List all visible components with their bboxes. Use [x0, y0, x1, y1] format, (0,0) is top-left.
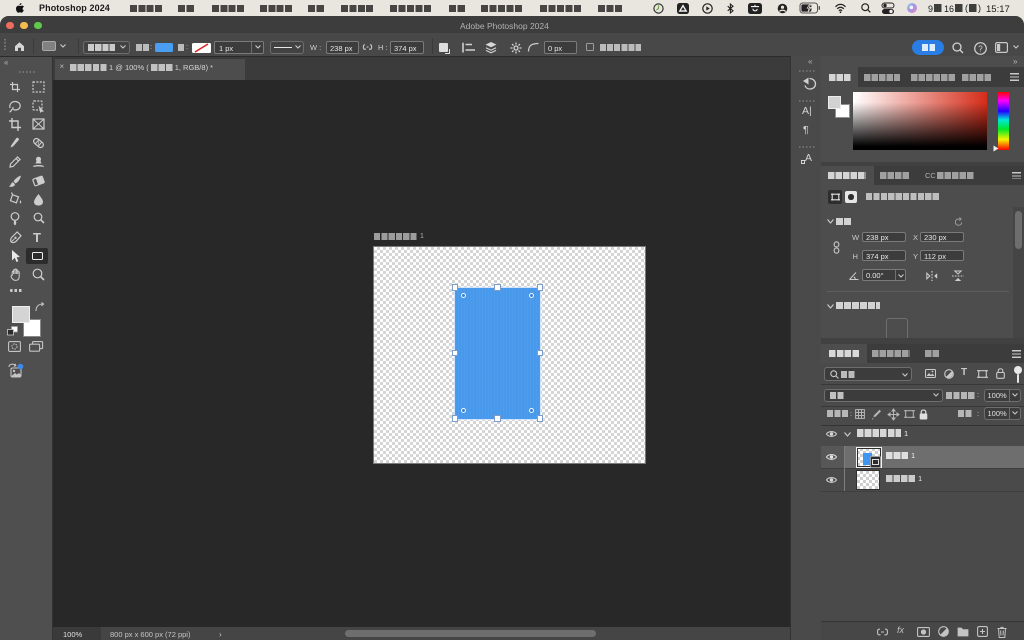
svg-text:?: ?: [978, 44, 983, 53]
